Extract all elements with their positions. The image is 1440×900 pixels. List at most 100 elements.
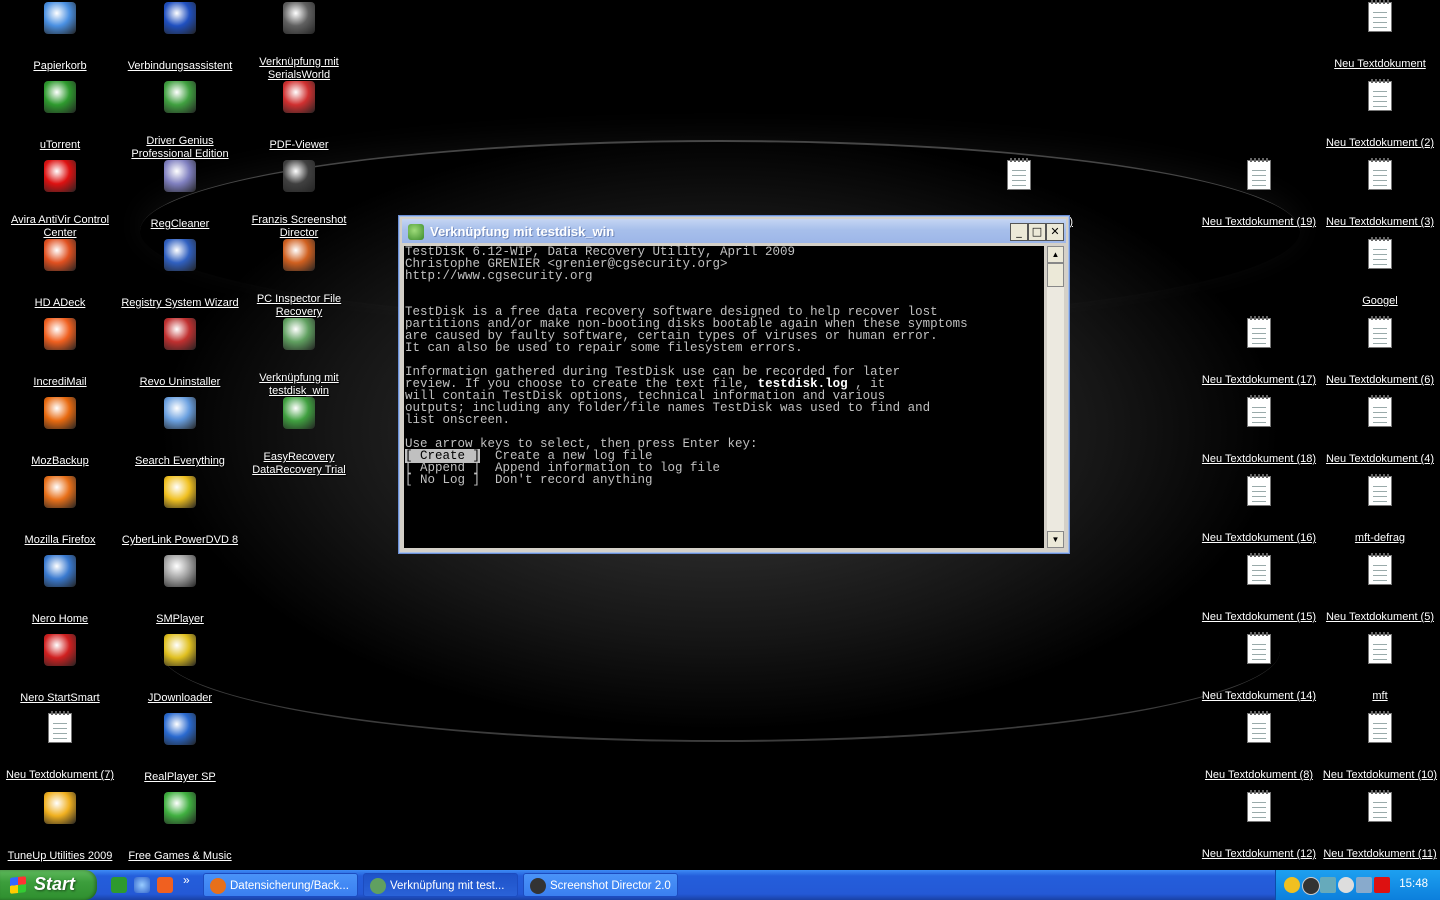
- utorrent-icon[interactable]: [111, 877, 127, 893]
- avira-icon[interactable]: [1374, 877, 1390, 893]
- tuneup-icon: [44, 792, 76, 824]
- text-document-icon: [1368, 79, 1392, 111]
- maximize-button[interactable]: □: [1028, 223, 1046, 241]
- desktop-icon[interactable]: Free Games & Music: [121, 792, 239, 864]
- desktop-icon[interactable]: Neu Textdokument (19): [1200, 158, 1318, 230]
- wallpaper-arc-bottom: [160, 560, 1280, 742]
- mail-icon[interactable]: [157, 877, 173, 893]
- text-document-icon: [1368, 790, 1392, 822]
- screenshot-director-icon[interactable]: [1302, 877, 1320, 895]
- desktop-icon[interactable]: RegCleaner: [121, 160, 239, 232]
- desktop-icon-label: PDF-Viewer: [269, 139, 329, 151]
- avira-umbrella-icon[interactable]: [1338, 877, 1354, 893]
- desktop-icon[interactable]: Mozilla Firefox: [1, 476, 119, 548]
- scroll-thumb[interactable]: [1047, 263, 1064, 287]
- desktop-icon[interactable]: TuneUp Utilities 2009: [1, 792, 119, 864]
- desktop-icon[interactable]: Neu Textdokument (5): [1321, 553, 1439, 625]
- desktop-icon[interactable]: RealPlayer SP: [121, 713, 239, 785]
- desktop-icon[interactable]: Verknüpfung mit testdisk_win: [240, 318, 358, 399]
- utorrent-icon: [44, 81, 76, 113]
- desktop-icon[interactable]: Neu Textdokument (11): [1321, 790, 1439, 862]
- desktop-icon[interactable]: HD ADeck: [1, 239, 119, 311]
- desktop-icon[interactable]: Franzis Screenshot Director: [240, 160, 358, 241]
- windows-logo-icon: [10, 876, 26, 894]
- screenshot-director-icon: [283, 160, 315, 192]
- scroll-up-button[interactable]: ▲: [1047, 246, 1064, 263]
- desktop-icon[interactable]: PC Inspector File Recovery: [240, 239, 358, 320]
- quick-launch-chevron[interactable]: »: [183, 873, 190, 887]
- desktop-icon[interactable]: Neu Textdokument (8): [1200, 711, 1318, 783]
- desktop-icon[interactable]: Neu Textdokument (15): [1200, 553, 1318, 625]
- desktop[interactable]: Papierkorb uTorrent Avira AntiVir Control …: [0, 0, 1440, 870]
- desktop-icon[interactable]: Nero Home: [1, 555, 119, 627]
- easyrecovery-icon: [283, 397, 315, 429]
- desktop-icon[interactable]: IncrediMail: [1, 318, 119, 390]
- desktop-icon[interactable]: Googel: [1321, 237, 1439, 309]
- desktop-icon[interactable]: Verknüpfung mit SerialsWorld: [240, 2, 358, 83]
- taskbar-button-label: Screenshot Director 2.0: [550, 880, 671, 892]
- desktop-icon[interactable]: Neu Textdokument (6): [1321, 316, 1439, 388]
- desktop-icon[interactable]: Search Everything: [121, 397, 239, 469]
- scroll-down-button[interactable]: ▼: [1047, 531, 1064, 548]
- text-document-icon: [1247, 474, 1271, 506]
- desktop-icon[interactable]: SMPlayer: [121, 555, 239, 627]
- desktop-icon[interactable]: Revo Uninstaller: [121, 318, 239, 390]
- msn-icon[interactable]: [1284, 877, 1300, 893]
- desktop-icon[interactable]: Neu Textdokument: [1321, 0, 1439, 72]
- start-button[interactable]: Start: [0, 870, 97, 900]
- taskbar-button[interactable]: Screenshot Director 2.0: [523, 873, 678, 897]
- desktop-icon[interactable]: MozBackup: [1, 397, 119, 469]
- taskbar-button[interactable]: Verknüpfung mit test...: [363, 873, 518, 897]
- desktop-icon[interactable]: Neu Textdokument (4): [1321, 395, 1439, 467]
- ie-icon[interactable]: [134, 877, 150, 893]
- taskbar: Start » Datensicherung/Back... Verknüpfun…: [0, 870, 1440, 900]
- system-tray: 15:48: [1275, 870, 1440, 900]
- text-document-icon: [1368, 711, 1392, 743]
- desktop-icon[interactable]: JDownloader: [121, 634, 239, 706]
- text-document-icon: [1368, 553, 1392, 585]
- desktop-icon[interactable]: Neu Textdokument (3): [1321, 158, 1439, 230]
- clock: 15:48: [1399, 878, 1428, 890]
- desktop-icon[interactable]: CyberLink PowerDVD 8: [121, 476, 239, 548]
- desktop-icon[interactable]: Neu Textdokument (2): [1321, 79, 1439, 151]
- desktop-icon[interactable]: Neu Textdokument (12): [1200, 790, 1318, 862]
- desktop-icon-label: Nero StartSmart: [20, 692, 100, 704]
- testdisk-window[interactable]: Verknüpfung mit testdisk_win _ □ ✕ TestD…: [399, 216, 1069, 553]
- desktop-icon[interactable]: Nero StartSmart: [1, 634, 119, 706]
- firefox-icon: [210, 878, 226, 894]
- desktop-icon[interactable]: EasyRecovery DataRecovery Trial: [240, 397, 358, 478]
- console-output[interactable]: TestDisk 6.12-WIP, Data Recovery Utility…: [404, 246, 1044, 548]
- desktop-icon[interactable]: Avira AntiVir Control Center: [1, 160, 119, 241]
- desktop-icon[interactable]: Neu Textdokument (18): [1200, 395, 1318, 467]
- desktop-icon[interactable]: Neu Textdokument (7): [1, 711, 119, 783]
- network-icon[interactable]: [1320, 877, 1336, 893]
- desktop-icon[interactable]: mft: [1321, 632, 1439, 704]
- desktop-icon-label: Neu Textdokument (14): [1201, 690, 1317, 702]
- vertical-scrollbar[interactable]: ▲ ▼: [1047, 246, 1064, 548]
- close-button[interactable]: ✕: [1046, 223, 1064, 241]
- desktop-icon-label: MozBackup: [31, 455, 89, 467]
- desktop-icon[interactable]: Driver Genius Professional Edition: [121, 81, 239, 162]
- desktop-icon[interactable]: Papierkorb: [1, 2, 119, 74]
- desktop-icon[interactable]: Registry System Wizard: [121, 239, 239, 311]
- desktop-icon[interactable]: Neu Textdokument (16): [1200, 474, 1318, 546]
- desktop-icon-label: mft: [1372, 690, 1388, 702]
- recycle-bin-icon: [44, 2, 76, 34]
- desktop-icon-label: Neu Textdokument (17): [1201, 374, 1317, 386]
- desktop-icon-label: Neu Textdokument (19): [1201, 216, 1317, 228]
- desktop-icon[interactable]: Verbindungsassistent: [121, 2, 239, 74]
- desktop-icon[interactable]: Neu Textdokument (10): [1321, 711, 1439, 783]
- desktop-icon[interactable]: mft-defrag: [1321, 474, 1439, 546]
- window-title-bar[interactable]: Verknüpfung mit testdisk_win _ □ ✕: [402, 219, 1066, 243]
- taskbar-button-label: Datensicherung/Back...: [230, 880, 349, 892]
- desktop-icon[interactable]: Neu Textdokument (17): [1200, 316, 1318, 388]
- desktop-icon[interactable]: PDF-Viewer: [240, 81, 358, 153]
- desktop-icon[interactable]: uTorrent: [1, 81, 119, 153]
- desktop-icon-label: mft-defrag: [1354, 532, 1406, 544]
- desktop-icon[interactable]: Neu Textdokument (14): [1200, 632, 1318, 704]
- taskbar-button[interactable]: Datensicherung/Back...: [203, 873, 358, 897]
- safely-remove-icon[interactable]: [1356, 877, 1372, 893]
- text-document-icon: [1368, 0, 1392, 32]
- desktop-icon-label: Driver Genius Professional Edition: [131, 135, 229, 160]
- minimize-button[interactable]: _: [1010, 223, 1028, 241]
